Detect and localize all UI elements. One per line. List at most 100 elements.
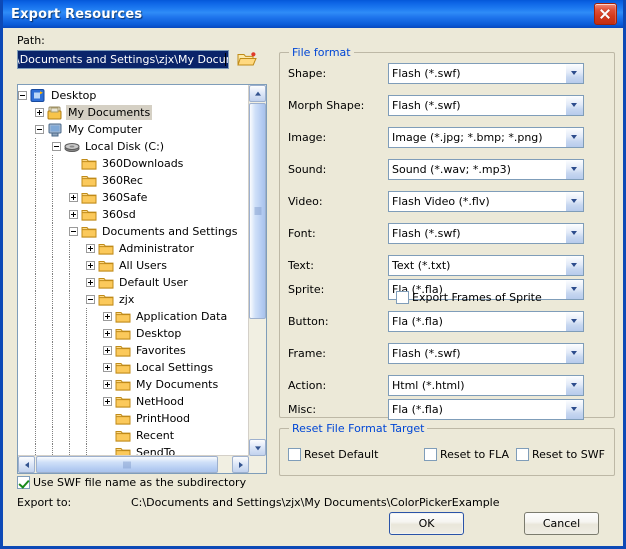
expand-icon[interactable] xyxy=(86,244,95,253)
collapse-icon[interactable] xyxy=(18,91,27,100)
chevron-down-icon[interactable] xyxy=(565,376,583,395)
chevron-down-icon[interactable] xyxy=(565,280,583,299)
chevron-down-icon[interactable] xyxy=(565,192,583,211)
vertical-scroll-thumb[interactable] xyxy=(249,103,266,319)
tree-item[interactable]: Desktop xyxy=(18,87,249,104)
format-dropdown[interactable]: Flash Video (*.flv) xyxy=(388,191,584,212)
expand-icon[interactable] xyxy=(103,312,112,321)
scroll-left-button[interactable] xyxy=(18,456,35,473)
scroll-up-button[interactable] xyxy=(249,85,266,102)
close-icon[interactable] xyxy=(594,3,617,25)
tree-item[interactable]: 360sd xyxy=(18,206,249,223)
expand-icon[interactable] xyxy=(86,278,95,287)
tree-indent-guide xyxy=(18,189,35,206)
tree-item[interactable]: All Users xyxy=(18,257,249,274)
chevron-down-icon[interactable] xyxy=(565,128,583,147)
reset-to-swf-checkbox[interactable]: Reset to SWF xyxy=(516,448,605,461)
collapse-icon[interactable] xyxy=(69,227,78,236)
tree-item[interactable]: Default User xyxy=(18,274,249,291)
format-row: Shape: Flash (*.swf) xyxy=(288,63,608,84)
tree-item[interactable]: NetHood xyxy=(18,393,249,410)
tree-horizontal-scrollbar[interactable] xyxy=(18,455,249,473)
format-dropdown[interactable]: Fla (*.fla) xyxy=(388,311,584,332)
tree-indent-guide xyxy=(52,274,69,291)
collapse-icon[interactable] xyxy=(52,142,61,151)
collapse-icon[interactable] xyxy=(35,125,44,134)
scroll-down-button[interactable] xyxy=(249,439,266,456)
expand-icon[interactable] xyxy=(103,329,112,338)
expand-icon[interactable] xyxy=(35,108,44,117)
expand-icon[interactable] xyxy=(103,397,112,406)
tree-indent-guide xyxy=(18,342,35,359)
expand-icon[interactable] xyxy=(69,193,78,202)
tree-item[interactable]: 360Rec xyxy=(18,172,249,189)
format-dropdown-value: Fla (*.fla) xyxy=(392,315,443,328)
reset-default-checkbox[interactable]: Reset Default xyxy=(288,448,378,461)
tree-indent-guide xyxy=(52,155,69,172)
tree-item[interactable]: Local Disk (C:) xyxy=(18,138,249,155)
tree-indent-guide xyxy=(35,189,52,206)
tree-item[interactable]: 360Downloads xyxy=(18,155,249,172)
expand-icon[interactable] xyxy=(103,380,112,389)
ok-button[interactable]: OK xyxy=(389,512,464,535)
tree-item[interactable]: Documents and Settings xyxy=(18,223,249,240)
chevron-down-icon[interactable] xyxy=(565,400,583,419)
tree-indent-guide xyxy=(18,138,35,155)
chevron-down-icon[interactable] xyxy=(565,312,583,331)
chevron-down-icon[interactable] xyxy=(565,64,583,83)
export-to-label: Export to: xyxy=(17,496,72,509)
folder-icon xyxy=(81,156,97,172)
tree-item[interactable]: 360Safe xyxy=(18,189,249,206)
tree-item[interactable]: Local Settings xyxy=(18,359,249,376)
chevron-down-icon[interactable] xyxy=(565,160,583,179)
tree-item[interactable]: PrintHood xyxy=(18,410,249,427)
format-dropdown[interactable]: Flash (*.swf) xyxy=(388,343,584,364)
tree-item[interactable]: zjx xyxy=(18,291,249,308)
tree-item[interactable]: Application Data xyxy=(18,308,249,325)
format-dropdown[interactable]: Text (*.txt) xyxy=(388,255,584,276)
tree-item[interactable]: Recent xyxy=(18,427,249,444)
format-dropdown[interactable]: Flash (*.swf) xyxy=(388,63,584,84)
collapse-icon[interactable] xyxy=(86,295,95,304)
expand-icon[interactable] xyxy=(103,363,112,372)
tree-item-label: Local Disk (C:) xyxy=(85,140,165,153)
tree-item[interactable]: My Computer xyxy=(18,121,249,138)
tree-item[interactable]: Favorites xyxy=(18,342,249,359)
tree-item-label: Desktop xyxy=(51,89,97,102)
chevron-down-icon[interactable] xyxy=(565,344,583,363)
tree-vertical-scrollbar[interactable] xyxy=(248,85,266,456)
path-input[interactable]: \Documents and Settings\zjx\My Documents xyxy=(17,50,229,69)
horizontal-scroll-thumb[interactable] xyxy=(36,456,218,473)
chevron-down-icon[interactable] xyxy=(565,256,583,275)
tree-item[interactable]: Desktop xyxy=(18,325,249,342)
tree-item[interactable]: My Documents xyxy=(18,104,249,121)
export-frames-of-sprite-checkbox[interactable]: Export Frames of Sprite xyxy=(396,291,542,304)
export-to-row: Export to: C:\Documents and Settings\zjx… xyxy=(17,496,500,509)
folder-tree[interactable]: Desktop My Documents My Computer Local Disk… xyxy=(17,84,267,474)
folder-icon xyxy=(115,360,131,376)
chevron-down-icon[interactable] xyxy=(565,224,583,243)
chevron-down-icon[interactable] xyxy=(565,96,583,115)
tree-indent-guide xyxy=(18,121,35,138)
tree-item[interactable]: Administrator xyxy=(18,240,249,257)
tree-indent-guide xyxy=(52,359,69,376)
tree-indent-guide xyxy=(18,308,35,325)
tree-indent-guide xyxy=(52,189,69,206)
format-dropdown[interactable]: Sound (*.wav; *.mp3) xyxy=(388,159,584,180)
reset-to-fla-checkbox[interactable]: Reset to FLA xyxy=(424,448,509,461)
scroll-right-button[interactable] xyxy=(232,456,249,473)
format-dropdown[interactable]: Html (*.html) xyxy=(388,375,584,396)
tree-item[interactable]: My Documents xyxy=(18,376,249,393)
open-folder-icon[interactable] xyxy=(237,51,257,69)
cancel-button[interactable]: Cancel xyxy=(524,512,599,535)
format-dropdown[interactable]: Image (*.jpg; *.bmp; *.png) xyxy=(388,127,584,148)
expand-icon[interactable] xyxy=(86,261,95,270)
format-dropdown[interactable]: Fla (*.fla) xyxy=(388,399,584,420)
format-row: Misc: Fla (*.fla) xyxy=(288,399,608,420)
expand-icon[interactable] xyxy=(103,346,112,355)
use-swf-subdirectory-checkbox[interactable]: Use SWF file name as the subdirectory xyxy=(17,476,246,489)
expand-icon[interactable] xyxy=(69,210,78,219)
format-dropdown[interactable]: Flash (*.swf) xyxy=(388,223,584,244)
format-dropdown[interactable]: Flash (*.swf) xyxy=(388,95,584,116)
